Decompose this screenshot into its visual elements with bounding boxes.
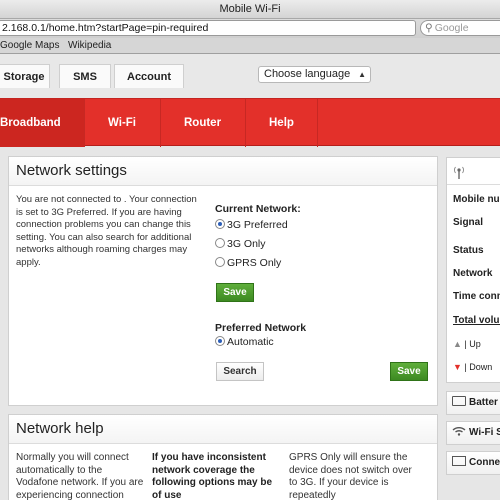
bookmark-google-maps[interactable]: Google Maps xyxy=(0,38,59,53)
language-select-value: Choose language xyxy=(264,68,351,80)
network-help-panel: Network help Normally you will connect a… xyxy=(8,414,438,500)
nav-broadband-label: Broadband xyxy=(0,117,61,129)
battery-icon xyxy=(452,396,466,406)
help-text-col1: Normally you will connect automatically … xyxy=(16,452,144,500)
sidebar-battery-label: Batter xyxy=(469,397,498,408)
radio-3g-preferred-label: 3G Preferred xyxy=(227,219,288,231)
bookmarks-bar: Google Maps Wikipedia xyxy=(0,38,500,54)
nav-divider xyxy=(84,99,85,147)
sidebar-time-connected: Time conn xyxy=(453,291,500,302)
sidebar-wifi-label: Wi-Fi S xyxy=(469,427,500,438)
radio-automatic-label: Automatic xyxy=(227,336,274,348)
radio-unselected-icon xyxy=(215,238,225,248)
window-title: Mobile Wi-Fi xyxy=(0,0,500,19)
top-tab-bar: Storage SMS Account Choose language ▲ xyxy=(0,54,500,98)
sidebar-mobile-number: Mobile nu xyxy=(453,194,500,205)
sidebar-total-volume-link[interactable]: Total volun xyxy=(453,315,500,326)
search-networks-button[interactable]: Search xyxy=(216,362,264,381)
sidebar-down: ▼ | Down xyxy=(453,362,493,372)
bookmark-wikipedia[interactable]: Wikipedia xyxy=(68,38,111,53)
tab-account[interactable]: Account xyxy=(114,64,184,88)
radio-selected-icon xyxy=(215,336,225,346)
radio-unselected-icon xyxy=(215,257,225,267)
radio-3g-only[interactable]: 3G Only xyxy=(215,237,266,251)
help-text-col2: If you have inconsistent network coverag… xyxy=(152,452,272,500)
sidebar-status: Status xyxy=(453,245,484,256)
sidebar-network: Network xyxy=(453,268,493,279)
nav-help[interactable]: Help xyxy=(269,99,294,147)
radio-automatic[interactable]: Automatic xyxy=(215,335,274,349)
sidebar-connected-label: Conne xyxy=(469,457,500,468)
language-select[interactable]: Choose language ▲ xyxy=(258,66,371,83)
nav-divider xyxy=(160,99,161,147)
current-network-label: Current Network: xyxy=(215,203,301,215)
status-sidebar: Mobile nu Signal Status Network Time con… xyxy=(446,157,500,383)
sidebar-down-label: Down xyxy=(469,362,493,372)
monitor-icon xyxy=(452,456,466,466)
help-text-col3: GPRS Only will ensure the device does no… xyxy=(289,452,412,500)
tab-sms[interactable]: SMS xyxy=(59,64,111,88)
browser-search-input[interactable]: ⚲ Google xyxy=(420,20,500,36)
sidebar-wifi[interactable]: Wi-Fi S xyxy=(446,421,500,445)
search-placeholder: Google xyxy=(434,22,469,34)
save-network-button[interactable]: Save xyxy=(216,283,254,302)
nav-broadband[interactable]: Broadband xyxy=(0,99,84,147)
sidebar-battery[interactable]: Batter xyxy=(446,391,500,415)
sidebar-divider xyxy=(447,184,500,185)
nav-divider xyxy=(245,99,246,147)
radio-gprs-only-label: GPRS Only xyxy=(227,257,282,269)
main-nav: Broadband Wi-Fi Router Help xyxy=(0,98,500,147)
nav-wifi[interactable]: Wi-Fi xyxy=(108,99,136,147)
radio-selected-icon xyxy=(215,219,225,229)
preferred-network-label: Preferred Network xyxy=(215,322,307,334)
radio-3g-preferred[interactable]: 3G Preferred xyxy=(215,218,288,232)
address-bar[interactable]: 2.168.0.1/home.htm?startPage=pin-require… xyxy=(0,20,416,36)
antenna-icon xyxy=(451,164,467,180)
sidebar-connected-devices[interactable]: Conne xyxy=(446,451,500,475)
browser-toolbar: 2.168.0.1/home.htm?startPage=pin-require… xyxy=(0,19,500,38)
down-arrow-icon: ▼ xyxy=(453,362,462,372)
network-settings-panel: Network settings You are not connected t… xyxy=(8,156,438,406)
nav-divider xyxy=(317,99,318,147)
sidebar-up: ▲ | Up xyxy=(453,339,481,349)
up-arrow-icon: ▲ xyxy=(453,339,462,349)
nav-router[interactable]: Router xyxy=(184,99,221,147)
select-arrows-icon: ▲ xyxy=(358,70,366,79)
radio-3g-only-label: 3G Only xyxy=(227,238,266,250)
network-settings-description: You are not connected to . Your connecti… xyxy=(16,194,197,268)
save-preferred-button[interactable]: Save xyxy=(390,362,428,381)
sidebar-up-label: Up xyxy=(469,339,481,349)
network-help-title: Network help xyxy=(9,415,437,444)
tab-storage[interactable]: Storage xyxy=(0,64,50,88)
search-icon: ⚲ xyxy=(425,22,433,34)
sidebar-signal: Signal xyxy=(453,217,484,228)
network-settings-title: Network settings xyxy=(9,157,437,186)
radio-gprs-only[interactable]: GPRS Only xyxy=(215,256,281,270)
wifi-icon xyxy=(452,423,466,436)
